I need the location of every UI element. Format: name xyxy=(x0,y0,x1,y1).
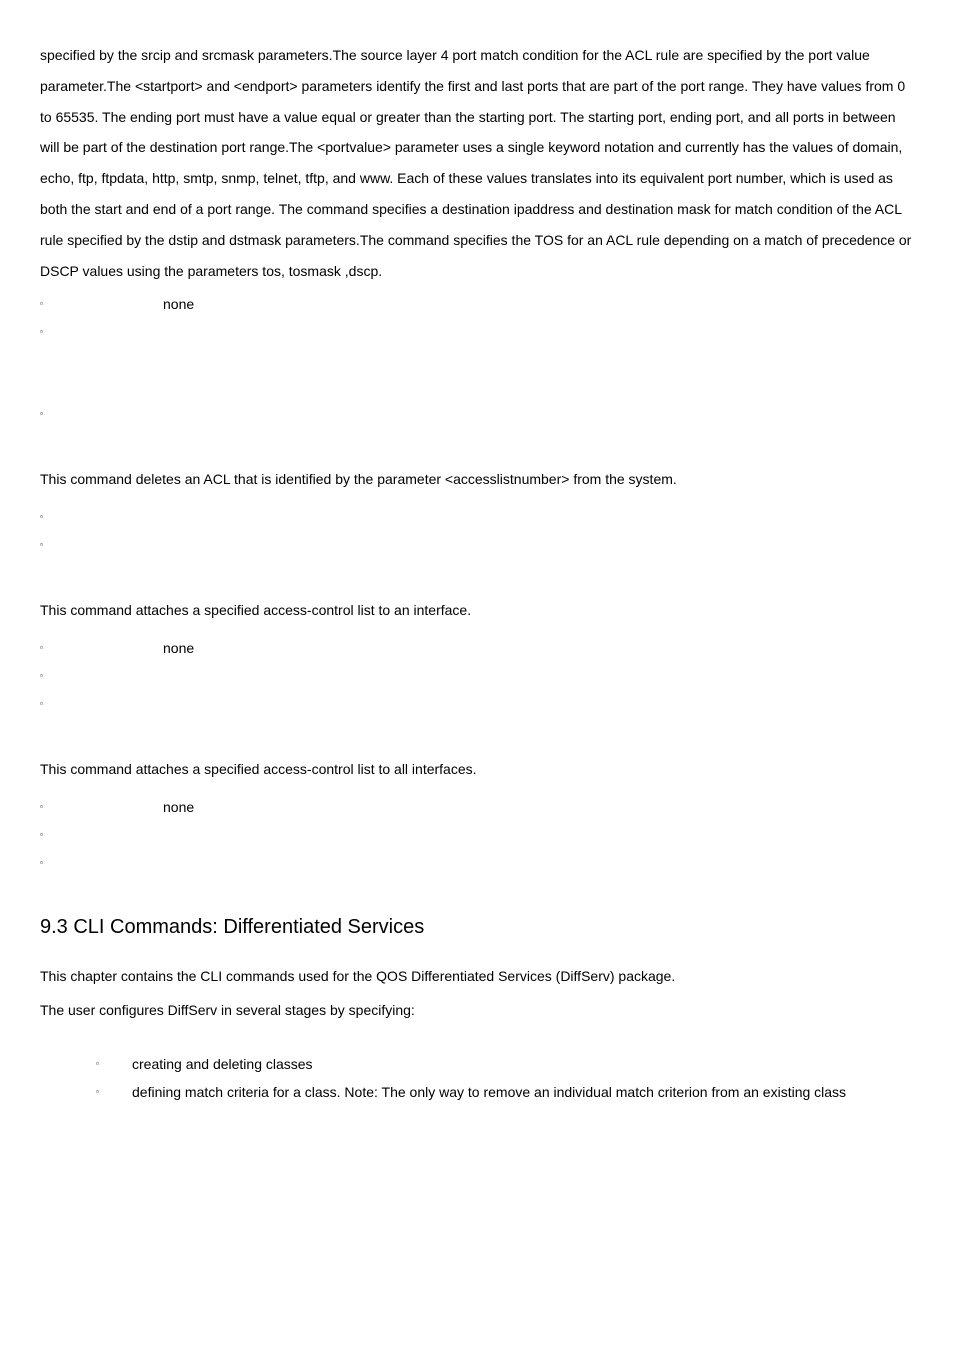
bullet-marker: ▫ xyxy=(40,290,58,312)
bullet-empty xyxy=(58,662,914,690)
bullet-marker: ▫ xyxy=(40,793,58,815)
bullet-marker: ▫ xyxy=(40,821,58,843)
paragraph-delete-acl: This command deletes an ACL that is iden… xyxy=(40,464,914,495)
bullet-default-none: none xyxy=(58,793,914,821)
bullet-empty xyxy=(58,821,914,849)
subbullet-match-criteria: defining match criteria for a class. Not… xyxy=(132,1078,914,1106)
bullet-marker: ▫ xyxy=(96,1050,132,1072)
paragraph-acl-description: specified by the srcip and srcmask param… xyxy=(40,40,914,286)
paragraph-diffserv-stages: The user configures DiffServ in several … xyxy=(40,997,914,1024)
bullet-marker: ▫ xyxy=(96,1078,132,1100)
bullet-empty xyxy=(58,400,914,428)
bullet-marker: ▫ xyxy=(40,849,58,871)
paragraph-diffserv-intro: This chapter contains the CLI commands u… xyxy=(40,963,914,990)
bullet-empty xyxy=(58,503,914,531)
bullet-empty xyxy=(58,690,914,718)
bullet-default-none: none xyxy=(58,634,914,662)
bullet-marker: ▫ xyxy=(40,531,58,553)
section-heading-diffserv: 9.3 CLI Commands: Differentiated Service… xyxy=(40,905,914,949)
paragraph-attach-all-interfaces: This command attaches a specified access… xyxy=(40,754,914,785)
bullet-default-none: none xyxy=(58,290,914,318)
bullet-marker: ▫ xyxy=(40,318,58,340)
bullet-empty xyxy=(58,318,914,346)
bullet-empty xyxy=(58,849,914,877)
bullet-empty xyxy=(58,531,914,559)
bullet-marker: ▫ xyxy=(40,503,58,525)
bullet-marker: ▫ xyxy=(40,690,58,712)
bullet-marker: ▫ xyxy=(40,662,58,684)
bullet-marker: ▫ xyxy=(40,634,58,656)
subbullet-creating-deleting: creating and deleting classes xyxy=(132,1050,914,1078)
paragraph-attach-interface: This command attaches a specified access… xyxy=(40,595,914,626)
bullet-marker: ▫ xyxy=(40,400,58,422)
